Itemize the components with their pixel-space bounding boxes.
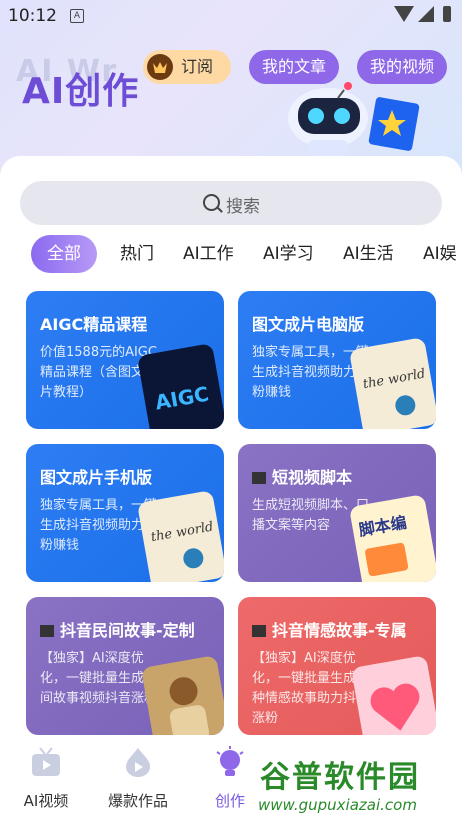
card-title-row: 抖音情感故事-专属 xyxy=(252,617,407,641)
card-title-row: 短视频脚本 xyxy=(252,464,352,488)
nav-hot-works[interactable]: 爆款作品 xyxy=(92,736,184,823)
sim-icon: A xyxy=(70,9,84,23)
brand-title: AI创作 xyxy=(22,71,140,112)
card-title: 图文成片电脑版 xyxy=(252,315,365,334)
bulb-icon xyxy=(216,746,244,776)
aigc-thumbnail: AIGC xyxy=(136,343,224,429)
watermark: 谷普软件园 www.gupuxiazai.com xyxy=(254,750,460,820)
battery-icon xyxy=(443,6,451,22)
watermark-url: www.gupuxiazai.com xyxy=(258,796,417,814)
book-thumbnail: the world xyxy=(348,337,436,429)
nav-ai-video[interactable]: AI视频 xyxy=(0,736,92,823)
clapperboard-icon xyxy=(40,625,54,637)
wifi-icon xyxy=(394,6,414,22)
clapperboard-icon xyxy=(252,472,266,484)
clapperboard-icon xyxy=(252,625,266,637)
signal-icon xyxy=(418,6,434,22)
card-title: 抖音情感故事-专属 xyxy=(272,621,407,640)
status-bar: 10:12 A xyxy=(0,0,462,32)
card-title: 抖音民间故事-定制 xyxy=(60,621,195,640)
card-title: 图文成片手机版 xyxy=(40,468,153,487)
search-icon xyxy=(203,194,220,211)
content-panel: 搜索 全部 热门 AI工作 AI学习 AI生活 AI娱 AIGC精品课程 价值1… xyxy=(0,156,462,736)
search-bar[interactable]: 搜索 xyxy=(20,181,442,225)
card-aigc-course[interactable]: AIGC精品课程 价值1588元的AIGC精品课程（含图文成片教程） AIGC xyxy=(26,291,224,429)
crown-icon xyxy=(147,54,173,80)
nav-label: AI视频 xyxy=(23,792,69,810)
card-pc-image-video[interactable]: 图文成片电脑版 独家专属工具，一键生成抖音视频助力涨粉赚钱 the world xyxy=(238,291,436,429)
card-desc: 【独家】AI深度优化，一键批量生成多种情感故事助力抖音涨粉 xyxy=(252,651,370,726)
category-tabs: 全部 热门 AI工作 AI学习 AI生活 AI娱 xyxy=(0,235,462,275)
search-placeholder: 搜索 xyxy=(226,197,260,217)
heart-thumbnail xyxy=(350,655,436,735)
watermark-text: 谷普软件园 xyxy=(260,760,420,795)
tab-ai-life[interactable]: AI生活 xyxy=(343,235,394,273)
book-thumbnail: the world xyxy=(136,490,224,582)
tab-ai-entertainment[interactable]: AI娱 xyxy=(423,235,457,273)
subscribe-label: 订阅 xyxy=(181,57,214,76)
card-title: 短视频脚本 xyxy=(272,468,353,487)
my-videos-button[interactable]: 我的视频 xyxy=(357,50,447,84)
card-emotion-story[interactable]: 抖音情感故事-专属 【独家】AI深度优化，一键批量生成多种情感故事助力抖音涨粉 xyxy=(238,597,436,735)
tab-all[interactable]: 全部 xyxy=(31,235,97,273)
tab-ai-study[interactable]: AI学习 xyxy=(263,235,314,273)
flame-play-icon xyxy=(126,748,150,777)
subscribe-button[interactable]: 订阅 xyxy=(143,50,231,84)
card-title-row: 抖音民间故事-定制 xyxy=(40,617,195,641)
card-desc: 【独家】AI深度优化，一键批量生成民间故事视频抖音涨粉 xyxy=(40,651,158,706)
script-thumbnail: 脚本编 xyxy=(348,494,436,582)
tab-ai-work[interactable]: AI工作 xyxy=(183,235,234,273)
my-articles-button[interactable]: 我的文章 xyxy=(249,50,339,84)
tv-icon xyxy=(32,747,60,776)
nav-label: 爆款作品 xyxy=(107,792,168,810)
card-mobile-image-video[interactable]: 图文成片手机版 独家专属工具，一键生成抖音视频助力涨粉赚钱 the world xyxy=(26,444,224,582)
card-title: AIGC精品课程 xyxy=(40,315,148,334)
card-folk-story[interactable]: 抖音民间故事-定制 【独家】AI深度优化，一键批量生成民间故事视频抖音涨粉 xyxy=(26,597,224,735)
card-short-video-script[interactable]: 短视频脚本 生成短视频脚本、口播文案等内容 脚本编 xyxy=(238,444,436,582)
book-thumb-text: the world xyxy=(150,519,215,545)
book-illustration xyxy=(368,97,420,151)
aigc-thumb-text: AIGC xyxy=(153,382,210,415)
book-thumb-text: the world xyxy=(362,366,427,392)
script-thumb-text: 脚本编 xyxy=(357,513,408,540)
tab-hot[interactable]: 热门 xyxy=(120,235,154,273)
status-time: 10:12 xyxy=(8,6,57,26)
folk-story-thumbnail xyxy=(140,655,224,735)
